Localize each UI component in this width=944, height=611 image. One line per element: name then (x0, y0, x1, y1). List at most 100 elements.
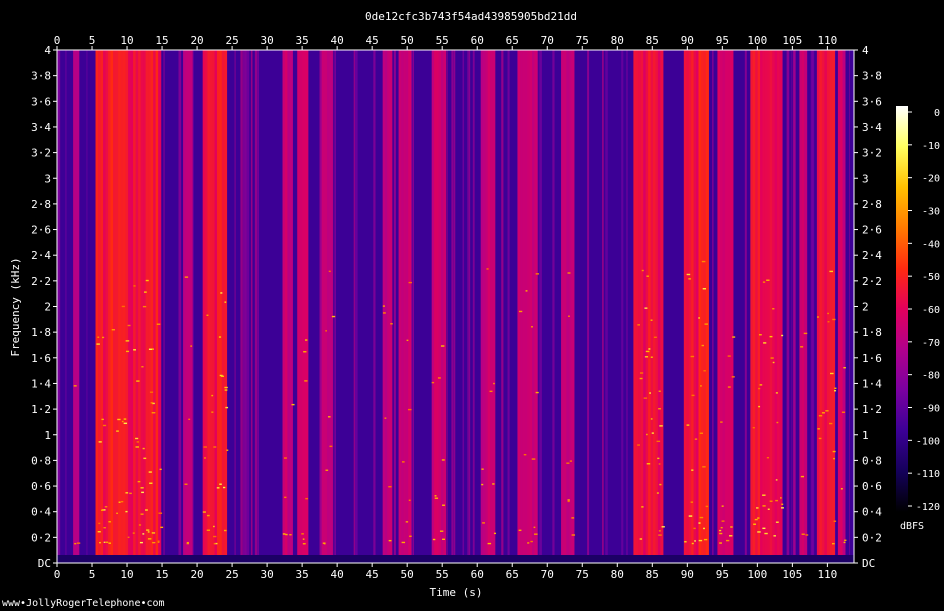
harmonic-mark (432, 538, 436, 541)
activity-column (831, 50, 835, 555)
harmonic-mark (719, 542, 722, 544)
colorbar (896, 106, 908, 512)
harmonic-mark (719, 532, 723, 535)
y-axis-label: Frequency (kHz) (9, 257, 22, 356)
harmonic-mark (700, 385, 702, 387)
harmonic-mark (101, 418, 104, 421)
x-tick-label: 25 (225, 568, 238, 581)
harmonic-mark (108, 521, 111, 523)
harmonic-mark (442, 504, 445, 506)
harmonic-mark (123, 422, 128, 425)
harmonic-mark (732, 336, 736, 338)
noise-line (539, 50, 542, 555)
activity-column (389, 50, 393, 555)
harmonic-mark (159, 468, 162, 471)
harmonic-mark (658, 534, 662, 536)
harmonic-mark (388, 486, 392, 488)
noise-line (320, 50, 322, 555)
harmonic-mark (764, 532, 768, 535)
dc-band (57, 555, 854, 563)
harmonic-mark (304, 380, 308, 382)
x-tick-label: 45 (366, 568, 379, 581)
harmonic-mark (140, 487, 144, 489)
harmonic-mark (103, 527, 106, 529)
harmonic-mark (686, 424, 690, 426)
harmonic-mark (727, 386, 731, 388)
harmonic-mark (703, 370, 706, 372)
harmonic-mark (698, 522, 701, 524)
harmonic-mark (817, 428, 820, 430)
harmonic-mark (323, 542, 326, 545)
activity-column (779, 50, 783, 555)
harmonic-mark (641, 269, 644, 272)
harmonic-mark (384, 417, 387, 419)
harmonic-mark (211, 411, 214, 413)
harmonic-mark (833, 457, 835, 460)
harmonic-mark (382, 312, 386, 314)
site-credit: www•JollyRogerTelephone•com (2, 598, 165, 609)
harmonic-mark (148, 348, 153, 350)
harmonic-mark (216, 487, 220, 489)
activity-column (408, 50, 412, 555)
harmonic-mark (139, 541, 143, 544)
harmonic-mark (637, 444, 640, 446)
harmonic-mark (96, 343, 100, 345)
harmonic-mark (160, 526, 164, 529)
colorbar-tick-label: -60 (922, 305, 940, 316)
harmonic-mark (184, 483, 188, 485)
harmonic-mark (658, 530, 661, 532)
y-tick-label: 4 (862, 44, 869, 57)
harmonic-mark (142, 533, 145, 535)
noise-line (451, 50, 454, 555)
y-tick-label: DC (862, 557, 875, 570)
harmonic-mark (303, 542, 306, 545)
spectrogram-chart: 0de12cfc3b743f54ad43985905bd21dd 0 5 10 15 2… (9, 10, 940, 599)
x-axis-bottom: 0 5 10 15 20 25 30 35 40 45 50 55 60 65 70 75 80 85 90 95 10… (54, 563, 837, 581)
harmonic-mark (757, 517, 760, 519)
harmonic-mark (567, 272, 571, 274)
harmonic-mark (702, 288, 707, 290)
harmonic-mark (653, 336, 657, 338)
harmonic-mark (844, 539, 847, 541)
noise-line (334, 50, 336, 555)
harmonic-mark (133, 285, 136, 287)
harmonic-mark (831, 542, 835, 545)
x-tick-label: 75 (576, 34, 589, 47)
y-tick-label: 0·4 (31, 506, 51, 519)
harmonic-mark (143, 457, 147, 460)
noise-line (786, 50, 790, 555)
harmonic-mark (818, 437, 822, 440)
harmonic-mark (135, 446, 139, 448)
harmonic-mark (702, 466, 706, 468)
harmonic-mark (727, 355, 731, 357)
x-tick-label: 10 (120, 34, 133, 47)
harmonic-mark (758, 405, 761, 408)
y-tick-label: DC (38, 557, 51, 570)
noise-line (393, 50, 396, 555)
y-tick-label: 1 (862, 429, 869, 442)
harmonic-mark (302, 538, 305, 540)
harmonic-mark (97, 531, 101, 533)
y-tick-label: 2·8 (862, 198, 882, 211)
harmonic-mark (218, 336, 222, 338)
harmonic-mark (688, 515, 693, 517)
harmonic-mark (639, 377, 643, 380)
harmonic-mark (140, 513, 144, 515)
activity-column (660, 50, 664, 555)
harmonic-mark (730, 526, 733, 528)
harmonic-mark (224, 386, 228, 389)
harmonic-mark (841, 411, 846, 413)
harmonic-mark (659, 483, 662, 486)
y-tick-label: 1·8 (862, 326, 882, 339)
harmonic-mark (434, 495, 437, 497)
x-tick-label: 110 (817, 34, 837, 47)
harmonic-mark (431, 381, 435, 384)
noise-line (353, 50, 356, 555)
harmonic-mark (486, 268, 489, 270)
harmonic-mark (699, 432, 703, 434)
x-tick-label: 10 (120, 568, 133, 581)
harmonic-mark (141, 366, 144, 368)
harmonic-mark (781, 507, 784, 509)
harmonic-mark (408, 499, 411, 502)
harmonic-mark (704, 323, 708, 325)
